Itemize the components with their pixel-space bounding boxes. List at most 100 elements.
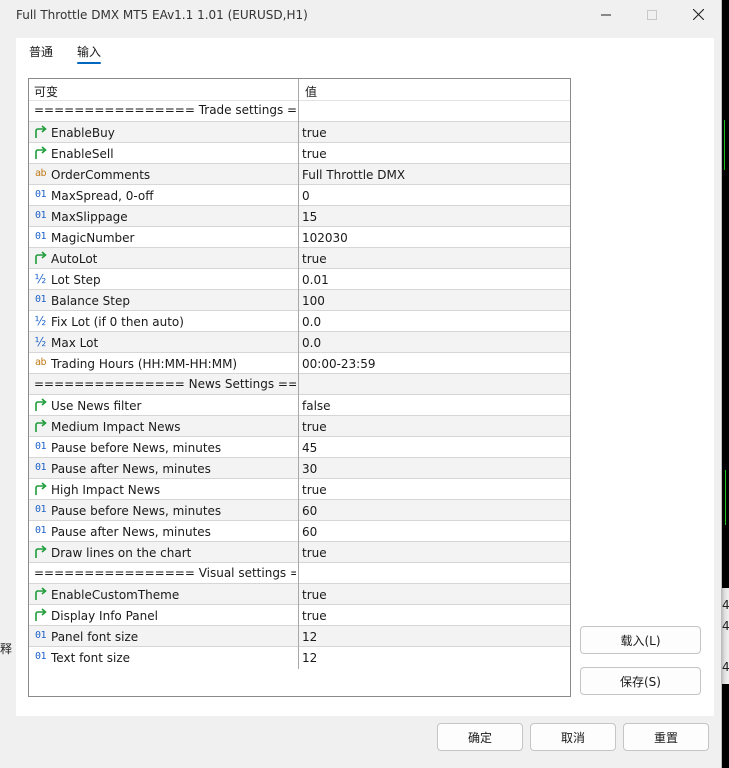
close-button[interactable] [683,4,713,28]
parameter-value[interactable]: 0.01 [302,273,329,287]
table-row[interactable]: 01 Text font size 12 [29,646,570,668]
chart-candle [724,120,725,170]
parameter-name: MagicNumber [51,231,135,245]
double-type-icon: ½ [34,314,47,328]
table-row[interactable]: EnableSell true [29,142,570,164]
table-row[interactable]: ½ Fix Lot (if 0 then auto) 0.0 [29,310,570,332]
parameter-name: Use News filter [51,399,142,413]
table-row[interactable]: 01 Pause after News, minutes 30 [29,457,570,479]
integer-type-icon: 01 [34,210,47,221]
active-tab-indicator [77,62,101,64]
section-title: ================ Visual settings ==... [34,566,296,580]
integer-type-icon: 01 [34,651,47,662]
reset-button[interactable]: 重置 [623,723,709,751]
bool-arrow-icon [33,125,48,139]
table-row[interactable]: ½ Max Lot 0.0 [29,331,570,353]
parameter-value[interactable]: 60 [302,525,317,539]
minimize-icon [601,8,611,24]
close-icon [692,8,704,24]
parameter-value[interactable]: true [302,252,327,266]
parameter-value[interactable]: 12 [302,651,317,665]
table-row[interactable]: 01 Panel font size 12 [29,625,570,647]
table-row[interactable]: 01 MaxSlippage 15 [29,205,570,227]
string-type-icon: ab [34,168,47,179]
section-title: ================ Trade settings =... [34,103,296,117]
bool-arrow-icon [33,146,48,160]
parameter-value[interactable]: 15 [302,210,317,224]
parameter-name: High Impact News [51,483,161,497]
table-row[interactable]: 01 MaxSpread, 0-off 0 [29,184,570,206]
background-digit: 4 [722,619,729,633]
table-row[interactable]: 01 Pause before News, minutes 45 [29,436,570,458]
table-row[interactable]: 01 Balance Step 100 [29,289,570,311]
title-bar[interactable]: Full Throttle DMX MT5 EAv1.1 1.01 (EURUS… [0,0,721,32]
table-row[interactable]: Use News filter false [29,394,570,416]
parameter-name: Pause after News, minutes [51,525,211,539]
table-row[interactable]: 01 MagicNumber 102030 [29,226,570,248]
tab-common[interactable]: 普通 [29,43,53,60]
section-row[interactable]: =============== News Settings ==... [29,373,570,395]
table-row[interactable]: AutoLot true [29,247,570,269]
column-header-value[interactable]: 值 [305,83,317,100]
column-divider[interactable] [298,79,299,669]
table-row[interactable]: High Impact News true [29,478,570,500]
table-row[interactable]: EnableCustomTheme true [29,583,570,605]
bool-arrow-icon [33,419,48,433]
parameter-name: Pause before News, minutes [51,504,222,518]
section-row[interactable]: ================ Visual settings ==... [29,562,570,584]
table-row[interactable]: Draw lines on the chart true [29,541,570,563]
parameter-name: Display Info Panel [51,609,158,623]
parameter-value[interactable]: true [302,588,327,602]
minimize-button[interactable] [591,4,621,28]
parameter-name: Pause after News, minutes [51,462,211,476]
parameter-name: Pause before News, minutes [51,441,222,455]
bool-arrow-icon [33,587,48,601]
parameter-value[interactable]: true [302,420,327,434]
maximize-button [637,4,667,28]
table-row[interactable]: Medium Impact News true [29,415,570,437]
table-row[interactable]: ab Trading Hours (HH:MM-HH:MM) 00:00-23:59 [29,352,570,374]
parameter-name: OrderComments [51,168,151,182]
section-row[interactable]: ================ Trade settings =... [29,100,570,121]
parameter-value[interactable]: 102030 [302,231,348,245]
save-button[interactable]: 保存(S) [580,667,701,695]
parameter-name: Draw lines on the chart [51,546,192,560]
grid-header: 可变 值 [29,79,570,101]
parameter-name: EnableSell [51,147,114,161]
table-row[interactable]: Display Info Panel true [29,604,570,626]
parameter-value[interactable]: 00:00-23:59 [302,357,376,371]
bool-arrow-icon [33,251,48,265]
table-row[interactable]: 01 Pause after News, minutes 60 [29,520,570,542]
load-button[interactable]: 载入(L) [580,626,701,654]
ok-button[interactable]: 确定 [437,723,523,751]
table-row[interactable]: ½ Lot Step 0.01 [29,268,570,290]
table-row[interactable]: EnableBuy true [29,121,570,143]
parameter-name: Fix Lot (if 0 then auto) [51,315,184,329]
parameter-value[interactable]: true [302,126,327,140]
parameter-value[interactable]: 60 [302,504,317,518]
parameter-value[interactable]: 30 [302,462,317,476]
properties-dialog: Full Throttle DMX MT5 EAv1.1 1.01 (EURUS… [0,0,722,768]
parameter-value[interactable]: true [302,609,327,623]
table-row[interactable]: ab OrderComments Full Throttle DMX [29,163,570,185]
parameter-value[interactable]: 0.0 [302,315,321,329]
parameter-value[interactable]: 100 [302,294,325,308]
table-row[interactable]: 01 Pause before News, minutes 60 [29,499,570,521]
cancel-button[interactable]: 取消 [530,723,616,751]
parameter-value[interactable]: Full Throttle DMX [302,168,405,182]
parameter-value[interactable]: 45 [302,441,317,455]
parameter-value[interactable]: 12 [302,630,317,644]
parameter-value[interactable]: true [302,546,327,560]
dialog-client-area: 普通 输入 可变 值 ================ Trade settin… [16,38,714,716]
parameter-value[interactable]: true [302,147,327,161]
tab-inputs[interactable]: 输入 [77,43,101,60]
parameter-value[interactable]: 0 [302,189,310,203]
parameter-name: Text font size [51,651,131,665]
integer-type-icon: 01 [34,294,47,305]
column-header-name[interactable]: 可变 [34,83,58,100]
parameter-value[interactable]: 0.0 [302,336,321,350]
parameter-name: AutoLot [51,252,98,266]
parameter-value[interactable]: false [302,399,331,413]
parameter-name: EnableBuy [51,126,115,140]
parameter-value[interactable]: true [302,483,327,497]
